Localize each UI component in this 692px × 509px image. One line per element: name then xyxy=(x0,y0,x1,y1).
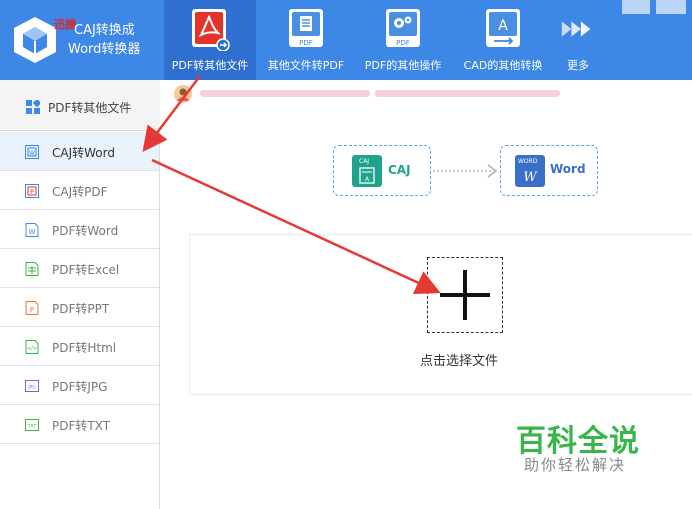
caj-file-icon: CAJ A xyxy=(352,155,382,187)
close-button[interactable] xyxy=(656,0,686,14)
flow-connector xyxy=(433,170,491,172)
app-title-line2: Word转换器 xyxy=(68,42,141,57)
doc-to-pdf-icon: PDF xyxy=(289,9,323,47)
svg-text:WORD: WORD xyxy=(518,158,538,165)
select-file-label[interactable]: 点击选择文件 xyxy=(420,350,498,369)
txt-file-icon: TXT xyxy=(25,419,39,431)
tool-label: PDF的其他操作 xyxy=(364,59,442,72)
sidebar: PDF转其他文件 W CAJ转Word P CAJ转PDF W PDF转Word xyxy=(0,80,160,509)
sidebar-header: PDF转其他文件 xyxy=(0,80,160,131)
avatar-icon xyxy=(174,85,192,103)
source-format-label: CAJ xyxy=(388,163,411,177)
sidebar-item-caj-to-word[interactable]: W CAJ转Word xyxy=(0,132,159,171)
sidebar-item-pdf-to-html[interactable]: </> PDF转Html xyxy=(0,327,159,366)
tool-cad-convert[interactable]: A CAD的其他转换 xyxy=(456,0,550,80)
tool-other-to-pdf[interactable]: PDF 其他文件转PDF xyxy=(262,0,350,80)
tool-more[interactable]: 更多 xyxy=(558,0,598,80)
sidebar-item-label: PDF转Word xyxy=(52,224,119,238)
svg-text:PDF: PDF xyxy=(299,39,313,47)
pdf-acrobat-icon xyxy=(192,9,230,51)
ppt-file-icon: P xyxy=(25,301,39,315)
svg-text:W: W xyxy=(29,228,36,236)
sidebar-item-label: PDF转TXT xyxy=(52,419,111,433)
sidebar-item-caj-to-pdf[interactable]: P CAJ转PDF xyxy=(0,171,159,210)
svg-text:P: P xyxy=(30,306,34,314)
sidebar-item-pdf-to-word[interactable]: W PDF转Word xyxy=(0,210,159,249)
svg-text:TXT: TXT xyxy=(27,424,37,430)
notice-text-redacted xyxy=(375,90,560,97)
svg-text:JPG: JPG xyxy=(27,385,36,391)
add-file-button[interactable] xyxy=(427,257,503,333)
pdf-gear-icon: PDF xyxy=(386,9,420,47)
sidebar-item-label: CAJ转PDF xyxy=(52,185,108,199)
svg-text:W: W xyxy=(523,170,538,185)
cad-convert-icon: A xyxy=(486,9,520,47)
word-file-icon: W xyxy=(25,223,39,237)
sidebar-item-pdf-to-ppt[interactable]: P PDF转PPT xyxy=(0,288,159,327)
plus-icon xyxy=(440,270,490,320)
minimize-button[interactable] xyxy=(622,0,650,14)
notice-bar xyxy=(170,84,610,104)
logo-badge: 迅捷 xyxy=(54,18,76,31)
sidebar-item-label: PDF转Excel xyxy=(52,263,120,277)
app-header: 迅捷 CAJ转换成 Word转换器 PDF转其他文件 PDF 其他文件转PDF xyxy=(0,0,692,80)
jpg-file-icon: JPG xyxy=(25,380,39,392)
cube-logo-icon xyxy=(14,17,56,63)
sidebar-item-label: PDF转PPT xyxy=(52,302,110,316)
svg-text:P: P xyxy=(30,189,34,196)
notice-text-redacted xyxy=(200,90,370,97)
chevron-right-icon xyxy=(487,164,498,178)
tool-pdf-other-ops[interactable]: PDF PDF的其他操作 xyxy=(358,0,448,80)
sidebar-item-label: CAJ转Word xyxy=(52,146,115,160)
tool-label: 更多 xyxy=(567,59,589,72)
svg-text:W: W xyxy=(29,150,35,157)
sidebar-header-label: PDF转其他文件 xyxy=(48,101,132,115)
excel-file-icon xyxy=(25,262,39,276)
sidebar-item-label: PDF转Html xyxy=(52,341,117,355)
caj-word-icon: W xyxy=(25,145,39,159)
sidebar-item-pdf-to-excel[interactable]: PDF转Excel xyxy=(0,249,159,288)
target-format-label: Word xyxy=(550,162,586,176)
watermark-subtitle: 助你轻松解决 xyxy=(524,456,627,474)
sidebar-item-pdf-to-txt[interactable]: TXT PDF转TXT xyxy=(0,405,159,444)
caj-pdf-icon: P xyxy=(25,184,39,198)
more-arrows-icon xyxy=(561,21,591,37)
sidebar-item-label: PDF转JPG xyxy=(52,380,108,394)
html-file-icon: </> xyxy=(25,340,39,354)
svg-text:A: A xyxy=(498,18,508,34)
sidebar-item-pdf-to-jpg[interactable]: JPG PDF转JPG xyxy=(0,366,159,405)
source-format-box: CAJ A CAJ xyxy=(333,145,431,196)
svg-text:</>: </> xyxy=(27,346,37,352)
svg-text:PDF: PDF xyxy=(396,39,410,47)
target-format-box: WORD W Word xyxy=(500,145,598,196)
tool-label: 其他文件转PDF xyxy=(267,59,345,72)
word-doc-icon: WORD W xyxy=(515,155,545,187)
tool-pdf-to-other[interactable]: PDF转其他文件 xyxy=(164,0,256,80)
tool-label: CAD的其他转换 xyxy=(463,59,543,72)
grid-apps-icon xyxy=(26,100,40,114)
svg-text:CAJ: CAJ xyxy=(359,158,369,165)
tool-label: PDF转其他文件 xyxy=(171,59,249,72)
app-title-line1: CAJ转换成 xyxy=(74,23,135,38)
app-logo: 迅捷 CAJ转换成 Word转换器 xyxy=(10,12,170,68)
